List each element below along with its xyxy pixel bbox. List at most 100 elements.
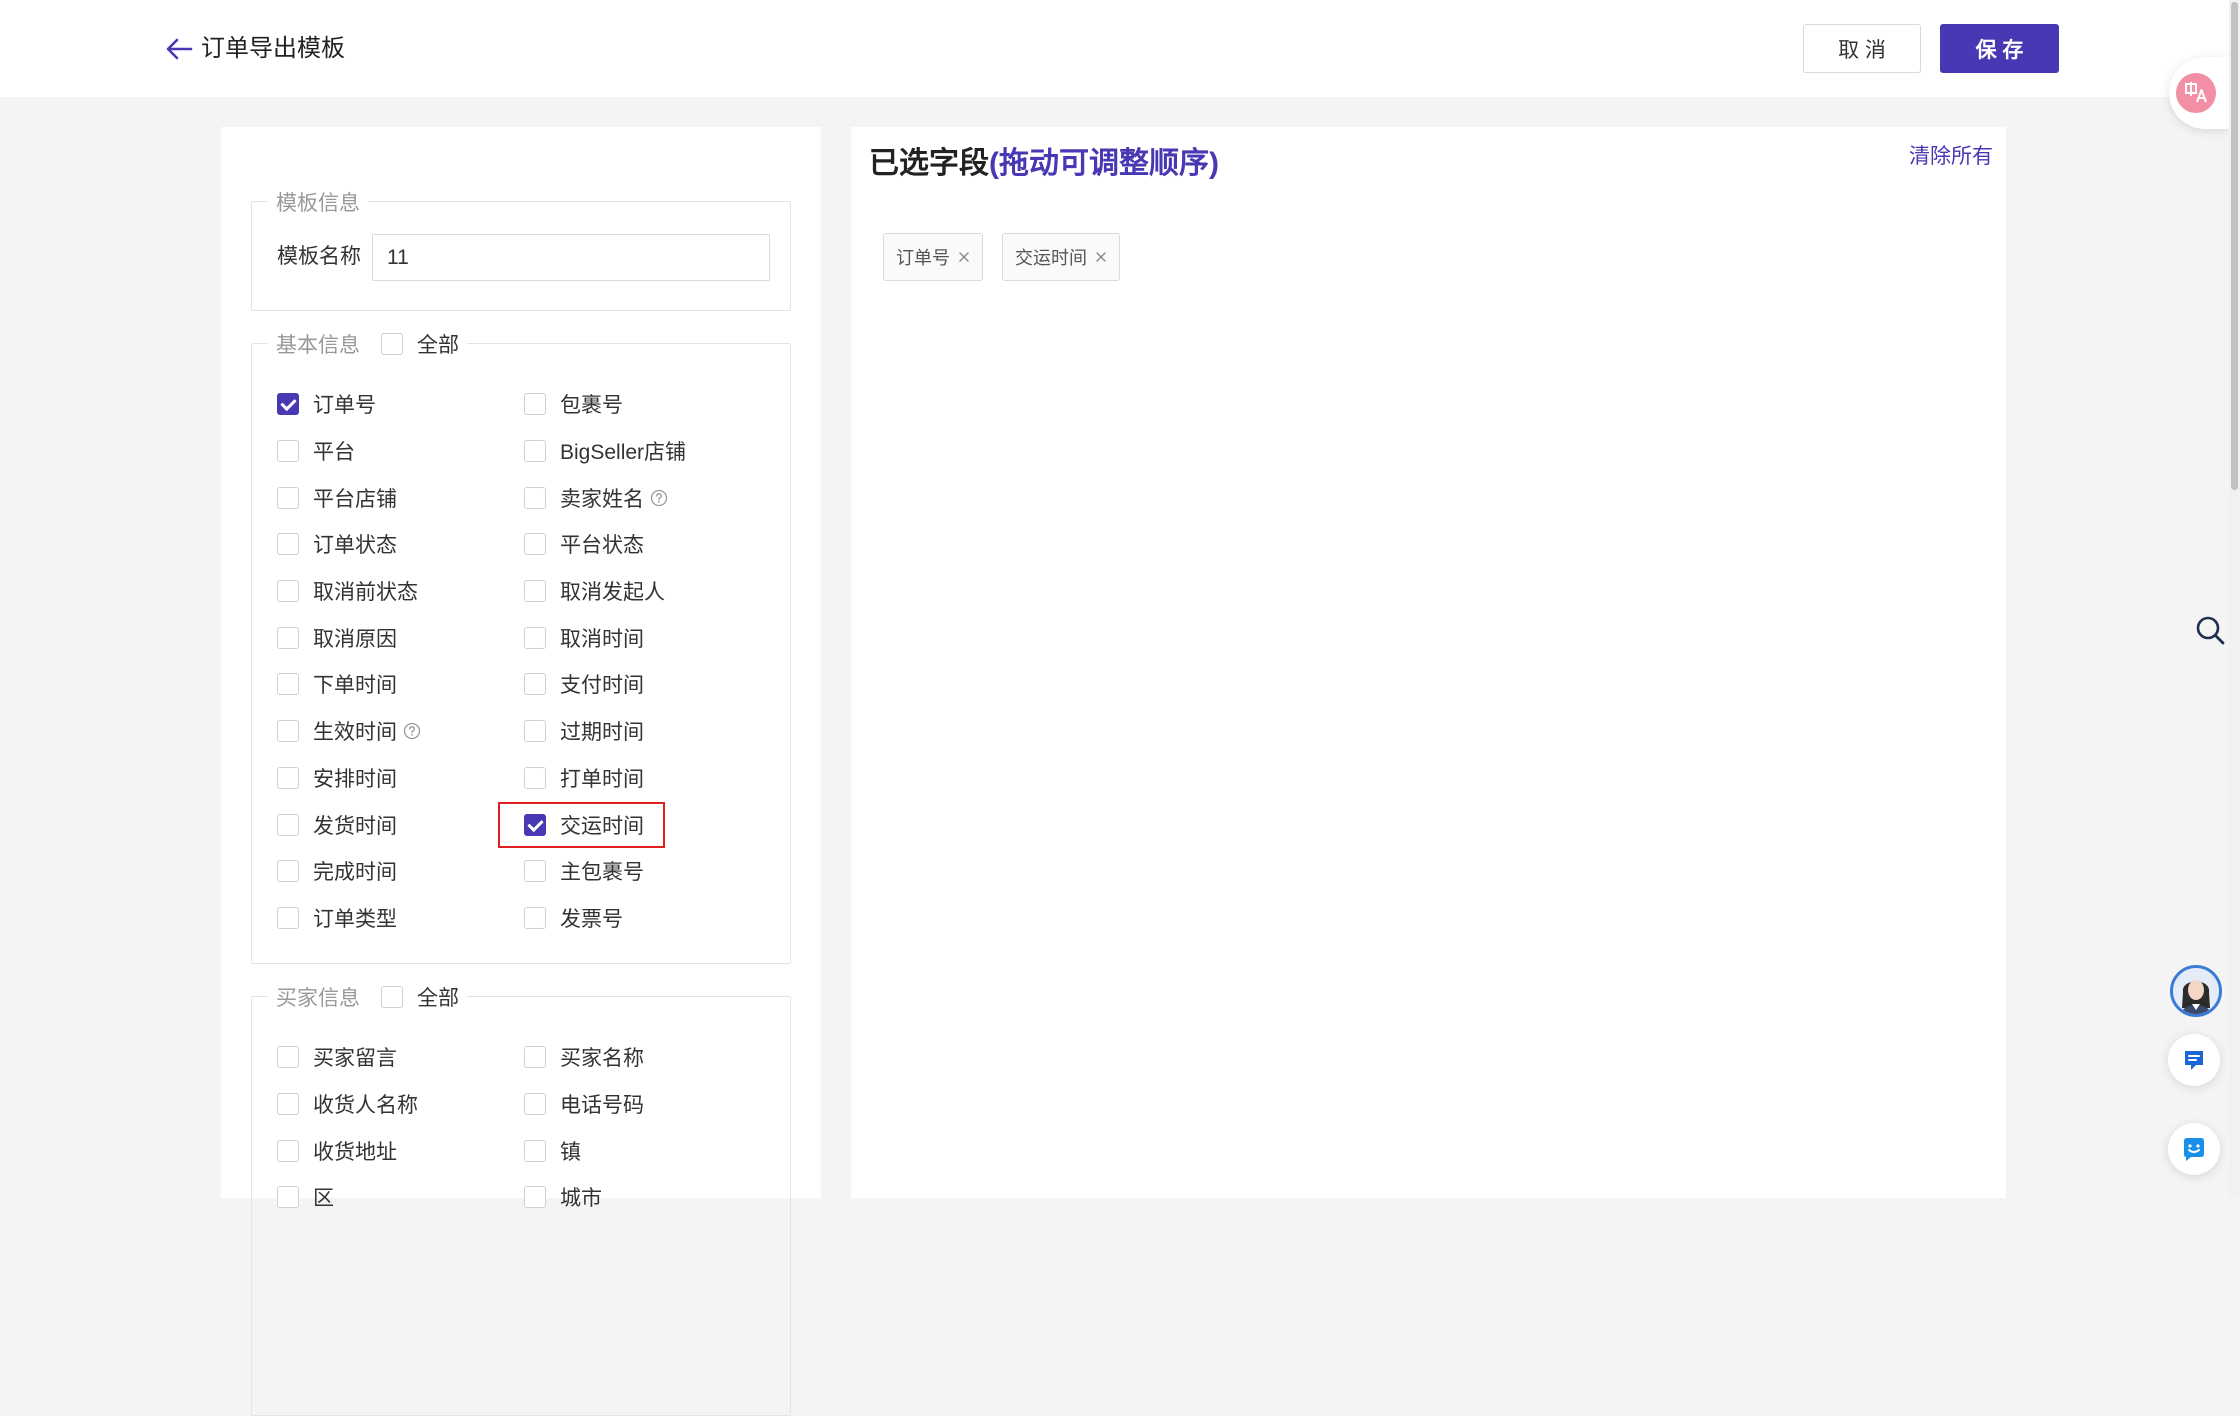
selected-field-tags: 订单号 交运时间: [883, 233, 1120, 281]
select-all-buyer-checkbox[interactable]: [381, 986, 403, 1008]
field-option[interactable]: 交运时间: [498, 801, 771, 849]
field-option[interactable]: 平台状态: [524, 521, 771, 568]
tag-label: 交运时间: [1015, 248, 1087, 268]
field-checkbox[interactable]: [524, 1186, 546, 1209]
field-option[interactable]: 包裹号: [524, 381, 771, 428]
field-option[interactable]: 平台: [277, 428, 524, 475]
field-option[interactable]: 打单时间: [524, 755, 771, 802]
close-icon[interactable]: [958, 251, 970, 263]
selected-field-tag[interactable]: 订单号: [883, 233, 983, 281]
cancel-button[interactable]: 取 消: [1803, 24, 1921, 73]
translate-icon[interactable]: [2176, 73, 2216, 113]
field-checkbox[interactable]: [524, 673, 546, 696]
template-info-legend: 模板信息: [268, 187, 368, 217]
select-all-basic-checkbox[interactable]: [381, 333, 403, 355]
field-checkbox[interactable]: [524, 860, 546, 883]
support-avatar[interactable]: [2170, 965, 2222, 1017]
field-checkbox[interactable]: [524, 440, 546, 463]
field-option[interactable]: 主包裹号: [524, 848, 771, 895]
field-option[interactable]: 取消发起人: [524, 568, 771, 615]
message-button[interactable]: [2168, 1034, 2220, 1086]
field-checkbox[interactable]: [277, 813, 299, 836]
field-option[interactable]: 取消原因: [277, 614, 524, 661]
arrow-left-icon[interactable]: [164, 35, 194, 63]
buyer-info-options: 买家留言 买家名称 收货人名称 电话号码收货地址 镇区 城市: [277, 1034, 771, 1221]
close-icon[interactable]: [1095, 251, 1107, 263]
field-option[interactable]: 订单号: [277, 381, 524, 428]
field-checkbox[interactable]: [277, 580, 299, 603]
field-option[interactable]: 买家留言: [277, 1034, 524, 1081]
field-checkbox[interactable]: [277, 906, 299, 929]
field-option[interactable]: 区: [277, 1174, 524, 1221]
field-option[interactable]: 订单状态: [277, 521, 524, 568]
field-checkbox[interactable]: [524, 720, 546, 743]
field-option[interactable]: 收货人名称: [277, 1081, 524, 1128]
scrollbar-thumb[interactable]: [2231, 2, 2238, 490]
template-name-label: 模板名称: [277, 245, 361, 268]
selected-fields-heading: 已选字段: [869, 147, 989, 180]
select-all-buyer-label[interactable]: 全部: [417, 982, 459, 1012]
field-option[interactable]: 城市: [524, 1174, 771, 1221]
field-checkbox[interactable]: [277, 766, 299, 789]
field-checkbox[interactable]: [524, 486, 546, 509]
field-option[interactable]: 过期时间: [524, 708, 771, 755]
field-option[interactable]: 卖家姓名: [524, 474, 771, 521]
field-label: 发货时间: [313, 814, 397, 838]
field-option[interactable]: 收货地址: [277, 1127, 524, 1174]
field-checkbox[interactable]: [277, 1139, 299, 1162]
tag-label: 订单号: [896, 248, 950, 268]
field-option[interactable]: 发货时间: [277, 801, 524, 848]
field-checkbox[interactable]: [524, 1139, 546, 1162]
field-option[interactable]: 生效时间: [277, 708, 524, 755]
field-checkbox[interactable]: [524, 766, 546, 789]
help-icon[interactable]: [403, 722, 421, 740]
field-checkbox[interactable]: [277, 440, 299, 463]
template-name-input[interactable]: [372, 234, 770, 281]
field-option[interactable]: 取消时间: [524, 614, 771, 661]
field-checkbox[interactable]: [277, 720, 299, 743]
field-checkbox[interactable]: [277, 1093, 299, 1116]
field-label: 订单类型: [313, 907, 397, 931]
field-checkbox[interactable]: [277, 860, 299, 883]
field-option[interactable]: 买家名称: [524, 1034, 771, 1081]
field-option[interactable]: BigSeller店铺: [524, 428, 771, 475]
field-checkbox[interactable]: [524, 813, 546, 836]
field-option[interactable]: 发票号: [524, 895, 771, 942]
field-label: 收货地址: [313, 1140, 397, 1164]
select-all-basic-label[interactable]: 全部: [417, 329, 459, 359]
field-checkbox[interactable]: [277, 393, 299, 416]
feedback-button[interactable]: [2168, 1123, 2220, 1175]
help-icon[interactable]: [650, 489, 668, 507]
field-checkbox[interactable]: [524, 533, 546, 556]
field-option[interactable]: 电话号码: [524, 1081, 771, 1128]
field-checkbox[interactable]: [277, 486, 299, 509]
field-option[interactable]: 平台店铺: [277, 474, 524, 521]
field-checkbox[interactable]: [524, 580, 546, 603]
field-checkbox[interactable]: [524, 626, 546, 649]
top-header: 订单导出模板 取 消 保 存: [0, 0, 2240, 97]
field-checkbox[interactable]: [524, 1093, 546, 1116]
field-checkbox[interactable]: [277, 626, 299, 649]
clear-all-link[interactable]: 清除所有: [1909, 142, 1993, 172]
field-option[interactable]: 安排时间: [277, 755, 524, 802]
search-icon[interactable]: [2194, 614, 2226, 646]
field-checkbox[interactable]: [524, 393, 546, 416]
field-checkbox[interactable]: [277, 533, 299, 556]
field-label: 平台状态: [560, 534, 644, 558]
save-button[interactable]: 保 存: [1940, 24, 2059, 73]
field-option[interactable]: 镇: [524, 1127, 771, 1174]
field-option[interactable]: 取消前状态: [277, 568, 524, 615]
selected-field-tag[interactable]: 交运时间: [1002, 233, 1120, 281]
field-label: 包裹号: [560, 394, 623, 418]
field-checkbox[interactable]: [277, 673, 299, 696]
field-option[interactable]: 支付时间: [524, 661, 771, 708]
field-checkbox[interactable]: [277, 1186, 299, 1209]
field-label: 平台店铺: [313, 487, 397, 511]
field-checkbox[interactable]: [524, 1046, 546, 1069]
message-icon: [2185, 1051, 2203, 1070]
field-option[interactable]: 完成时间: [277, 848, 524, 895]
field-option[interactable]: 订单类型: [277, 895, 524, 942]
field-checkbox[interactable]: [277, 1046, 299, 1069]
field-option[interactable]: 下单时间: [277, 661, 524, 708]
field-checkbox[interactable]: [524, 906, 546, 929]
